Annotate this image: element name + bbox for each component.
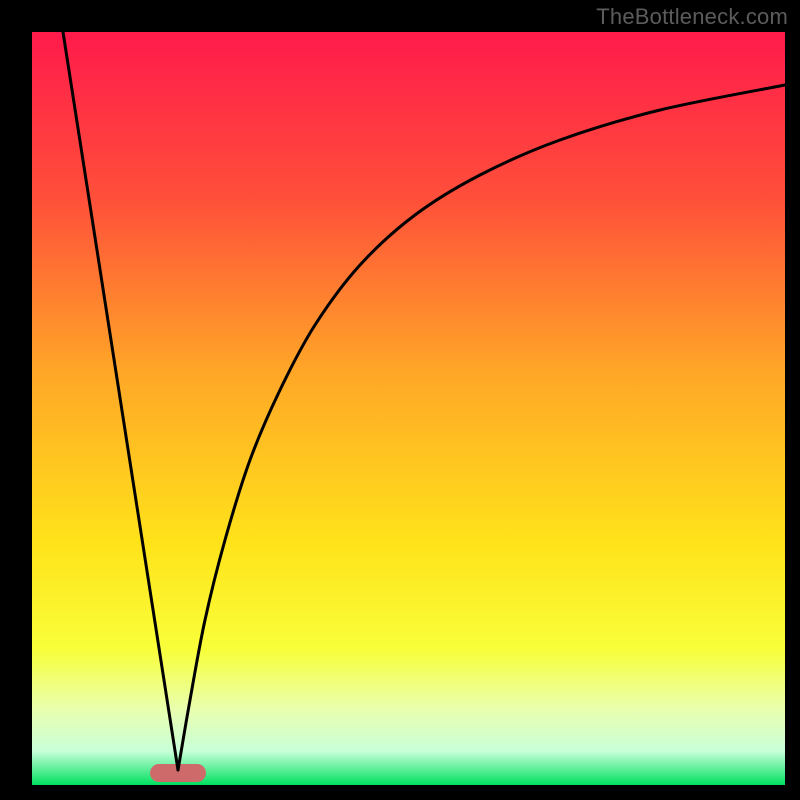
gradient-background: [32, 32, 785, 785]
chart-svg: [0, 0, 800, 800]
plot-area: [32, 32, 785, 785]
chart-frame: TheBottleneck.com: [0, 0, 800, 800]
